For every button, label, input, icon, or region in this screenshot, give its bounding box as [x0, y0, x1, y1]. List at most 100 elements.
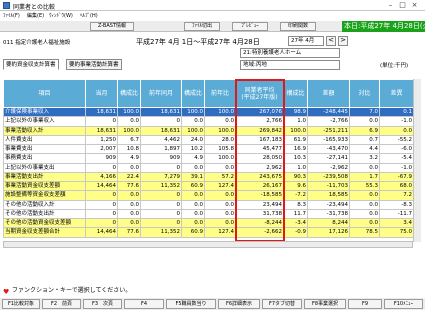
table-row[interactable]: 事務費支出 909 4.9 909 4.9 100.0 28,050 10.3 -27,141 3…: [3, 153, 414, 164]
table-row[interactable]: 事業費支出 2,007 10.8 1,897 10.2 105.8 45,477 16.9 -4…: [3, 143, 414, 155]
fkey-button-1[interactable]: F1比較対象: [2, 299, 40, 309]
table-cell: 0: [85, 162, 118, 173]
table-cell: 6.9: [349, 125, 380, 136]
comparison-table: 項目 当月 構成比 前年同月 構成比 前年比 同業者平均 (平成27年版) 構成比 差額 対比 差異…: [3, 79, 414, 238]
table-cell: 1,897: [140, 143, 182, 155]
table-cell: -18,585: [235, 190, 284, 201]
table-cell: 60.9: [181, 180, 205, 192]
fkey-button-8[interactable]: F8事業選択: [304, 299, 346, 309]
table-cell: 0.0: [204, 217, 236, 229]
table-cell: 4,462: [140, 134, 182, 146]
table-row[interactable]: 事業活動資金収支差額 14,464 77.6 11,352 60.9 127.4 26,16…: [3, 180, 414, 192]
fkey-button-6[interactable]: F6詳細表示: [218, 299, 260, 309]
table-row[interactable]: 事業活動支出計 4,166 22.4 7,279 39.1 57.2 243,675 90.3…: [3, 171, 414, 183]
table-cell: 0.0: [204, 199, 236, 210]
maximize-icon[interactable]: □: [398, 1, 407, 10]
column-header: 対比: [349, 79, 380, 108]
table-cell: -11.7: [379, 208, 414, 220]
today-date: 本日:平成27年 4月28日(火): [342, 21, 425, 32]
industry-field[interactable]: 21:特別養護老人ホーム: [240, 48, 340, 58]
table-cell: 0.0: [117, 208, 141, 220]
table-cell: -0.9: [283, 227, 308, 238]
table-row[interactable]: 事業活動収入計 18,631 100.0 18,631 100.0 100.0 269,84…: [3, 125, 414, 136]
table-row[interactable]: 当期資金収支差額合計 14,464 77.6 11,352 60.9 127.4 -2,66…: [3, 227, 414, 238]
fkey-button-5[interactable]: F5職員数当り: [166, 299, 216, 309]
table-cell: -251,211: [307, 125, 350, 136]
function-key-bar: F1比較対象 F2 前頁 F3 次頁 F4 F5職員数当り F6詳細表示 F7タブ切替 F8事…: [0, 298, 425, 310]
table-cell: 68.0: [379, 180, 414, 192]
table-row[interactable]: 介護保険事業収入 18,631 100.0 18,631 100.0 100.0 267,0…: [3, 106, 414, 118]
file-out-button[interactable]: ﾌｧｲﾙ切出: [184, 22, 220, 31]
table-cell: 0.0: [117, 162, 141, 173]
table-cell: 909: [140, 153, 182, 164]
table-cell: 0.0: [117, 217, 141, 229]
table-cell: 0.1: [379, 106, 414, 118]
table-row[interactable]: 人件費支出 1,250 6.7 4,462 24.0 28.0 167,183 61.9 -16…: [3, 134, 414, 146]
menu-window[interactable]: ｳｨﾝﾄﾞｳ(W): [49, 12, 73, 19]
title-bar: 同業者との比較 – □ ×: [0, 0, 425, 11]
table-cell: -8.3: [379, 199, 414, 210]
period-label: 平成27年 4月 1日～平成27年 4月28日: [136, 38, 260, 46]
table-row[interactable]: 施設整備等資金収支差額 0 0.0 0 0.0 0.0 -18,585 -7.2 18,585 0…: [3, 190, 414, 201]
table-cell: 18,631: [85, 106, 118, 118]
print-settings-button[interactable]: 印刷関数: [280, 22, 316, 31]
zbast-button[interactable]: Z-BAST情報: [90, 22, 134, 31]
menu-file[interactable]: ﾌｧｲﾙ(F): [3, 12, 20, 19]
fkey-button-3[interactable]: F3 次頁: [83, 299, 122, 309]
table-cell: 0.0: [181, 208, 205, 220]
table-cell: -165,933: [307, 134, 350, 146]
month-select[interactable]: 27年 4月: [288, 36, 324, 46]
menu-help[interactable]: ﾍﾙﾌﾟ(H): [80, 12, 98, 19]
table-cell: 0: [85, 217, 118, 229]
fkey-button-2[interactable]: F2 前頁: [42, 299, 81, 309]
status-message: ファンクション・キーで選択してください。: [12, 287, 132, 294]
menu-edit[interactable]: 編集(E): [27, 12, 44, 19]
horizontal-scrollbar[interactable]: [3, 241, 413, 248]
table-cell: 7,279: [140, 171, 182, 183]
row-label: 事業活動収入計: [3, 125, 86, 136]
close-icon[interactable]: ×: [410, 1, 419, 10]
table-cell: 24.0: [181, 134, 205, 146]
status-bar: ♥ ファンクション・キーで選択してください。: [0, 285, 425, 296]
prev-month-button[interactable]: <: [326, 36, 336, 46]
app-icon: [3, 2, 10, 9]
table-cell: 0: [140, 162, 182, 173]
table-cell: -31,738: [307, 208, 350, 220]
table-cell: 31,738: [235, 208, 284, 220]
column-header: 当月: [85, 79, 118, 108]
table-cell: -8,244: [235, 217, 284, 229]
fkey-button-9[interactable]: F9: [348, 299, 382, 309]
window-title: 同業者との比較: [13, 4, 55, 11]
table-cell: 11,352: [140, 227, 182, 238]
column-header: 項目: [3, 79, 86, 108]
table-cell: 0.0: [181, 199, 205, 210]
month-select-value: 27年 4月: [291, 38, 315, 44]
table-cell: 23,494: [235, 199, 284, 210]
table-row[interactable]: その他の活動支出計 0 0.0 0 0.0 0.0 31,738 11.7 -31,738 0.0…: [3, 208, 414, 220]
tab-fund-statement[interactable]: 要約資金収支計算書: [3, 59, 59, 70]
table-cell: -43,470: [307, 143, 350, 155]
vertical-scrollbar[interactable]: [413, 79, 421, 242]
table-cell: 77.6: [117, 180, 141, 192]
table-cell: 77.6: [117, 227, 141, 238]
table-row[interactable]: 上記以外の事業支出 0 0.0 0 0.0 0.0 2,962 1.0 -2,962 0.0 -1.…: [3, 162, 414, 173]
table-cell: 78.5: [349, 227, 380, 238]
table-row[interactable]: その他の活動資金収支差額 0 0.0 0 0.0 0.0 -8,244 -3.4 8,244 0.…: [3, 217, 414, 229]
table-row[interactable]: その他の活動収入計 0 0.0 0 0.0 0.0 23,494 8.3 -23,494 0.0-…: [3, 199, 414, 210]
table-row[interactable]: 上記以外の事業収入 0 0.0 0 0.0 0.0 2,766 1.0 -2,766 0.0 -1.…: [3, 116, 414, 127]
fkey-button-7[interactable]: F7タブ切替: [262, 299, 302, 309]
table-cell: 4.9: [181, 153, 205, 164]
table-cell: 100.0: [181, 106, 205, 118]
table-cell: 0: [140, 116, 182, 127]
next-month-button[interactable]: >: [338, 36, 348, 46]
minimize-icon[interactable]: –: [386, 1, 395, 10]
table-cell: -3.4: [283, 217, 308, 229]
fkey-button-4[interactable]: F4: [124, 299, 164, 309]
fkey-button-10[interactable]: F10ﾒﾆｭｰ: [384, 299, 423, 309]
tab-activity-statement[interactable]: 要約事業活動計算書: [66, 59, 122, 70]
table-cell: 18,631: [140, 106, 182, 118]
preview-button[interactable]: ﾌﾟﾚﾋﾞｭｰ: [232, 22, 268, 31]
table-cell: -2,766: [307, 116, 350, 127]
table-cell: -23,494: [307, 199, 350, 210]
table-cell: 0.0: [349, 162, 380, 173]
